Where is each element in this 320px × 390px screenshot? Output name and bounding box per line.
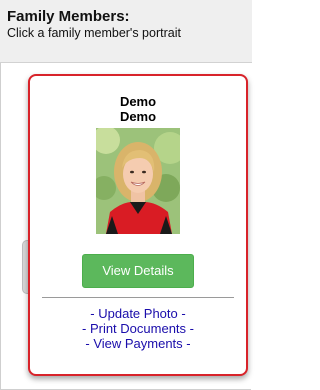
family-member-card: Demo Demo View Details - Update Photo - … <box>28 74 248 376</box>
member-last-name: Demo <box>119 109 157 124</box>
panel-title: Family Members: <box>7 8 130 25</box>
panel-header: Family Members: Click a family member's … <box>0 0 252 63</box>
panel-instructions: Click a family member's portrait <box>7 26 181 40</box>
member-first-name: Demo <box>119 94 157 109</box>
view-payments-link[interactable]: - View Payments - <box>30 336 246 351</box>
update-photo-link[interactable]: - Update Photo - <box>30 306 246 321</box>
member-portrait[interactable] <box>96 128 180 234</box>
print-documents-link[interactable]: - Print Documents - <box>30 321 246 336</box>
divider <box>42 297 234 298</box>
view-details-button[interactable]: View Details <box>82 254 194 288</box>
